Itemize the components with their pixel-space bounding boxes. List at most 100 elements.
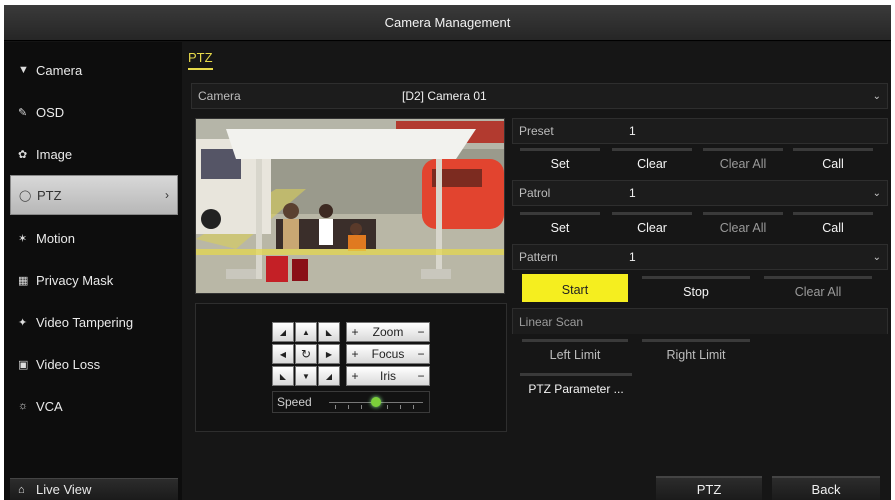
arrow-up-icon: ▲	[302, 327, 310, 337]
pan-up-right-button[interactable]: ◣	[318, 322, 340, 342]
left-limit-button[interactable]: Left Limit	[522, 339, 628, 367]
pan-down-left-button[interactable]: ◣	[272, 366, 294, 386]
arrow-right-icon: ▶	[325, 349, 333, 359]
ptz-parameter-button[interactable]: PTZ Parameter ...	[520, 373, 632, 401]
pan-left-button[interactable]: ◀	[272, 344, 294, 364]
pattern-stop-button[interactable]: Stop	[642, 276, 750, 304]
pan-down-button[interactable]: ▼	[295, 366, 317, 386]
pattern-clear-all-button[interactable]: Clear All	[764, 276, 872, 304]
focus-control: + Focus −	[346, 344, 430, 364]
pan-up-left-button[interactable]: ◢	[272, 322, 294, 342]
ptz-control-panel: ◢ ▲ ◣ ◀ ↻ ▶ ◣ ▼ ◢ + Zoom − + Focus − + I…	[195, 303, 507, 432]
iris-open-button[interactable]: +	[347, 369, 363, 383]
speed-tick	[413, 405, 414, 409]
sidebar: ▼ Camera ✎ OSD ✿ Image ◯ PTZ › ✶ Motion …	[4, 42, 182, 500]
camera-value: [D2] Camera 01	[402, 89, 487, 103]
preset-label: Preset	[519, 124, 554, 138]
tab-ptz[interactable]: PTZ	[188, 50, 213, 70]
arrow-up-right-icon: ◣	[325, 327, 333, 337]
preset-clear-all-button[interactable]: Clear All	[703, 148, 783, 176]
sidebar-item-video-tampering[interactable]: ✦ Video Tampering	[10, 302, 178, 342]
iris-close-button[interactable]: −	[413, 369, 429, 383]
zoom-label: Zoom	[372, 325, 404, 339]
camera-select[interactable]: Camera [D2] Camera 01 ⌄	[191, 83, 888, 109]
motion-icon: ✶	[18, 232, 28, 245]
chevron-right-icon: ›	[165, 188, 169, 202]
speed-slider-handle[interactable]	[371, 397, 381, 407]
focus-label: Focus	[371, 347, 405, 361]
speed-tick	[361, 405, 362, 409]
arrow-down-right-icon: ◢	[325, 371, 333, 381]
preset-clear-button[interactable]: Clear	[612, 148, 692, 176]
pattern-start-button[interactable]: Start	[522, 274, 628, 302]
preset-value: 1	[629, 124, 636, 138]
pattern-select[interactable]: Pattern 1 ⌄	[512, 244, 888, 270]
sidebar-item-label: VCA	[36, 398, 63, 414]
camera-management-window: Camera Management ▼ Camera ✎ OSD ✿ Image…	[4, 5, 891, 500]
privacy-mask-icon: ▦	[18, 274, 29, 287]
preset-set-button[interactable]: Set	[520, 148, 600, 176]
main-panel: PTZ Camera [D2] Camera 01 ⌄ Preset 1 Set…	[182, 42, 891, 500]
sidebar-item-image[interactable]: ✿ Image	[10, 134, 178, 174]
iris-label: Iris	[380, 369, 396, 383]
sidebar-item-camera[interactable]: ▼ Camera	[10, 50, 178, 90]
focus-out-button[interactable]: −	[413, 347, 429, 361]
ptz-icon: ◯	[19, 189, 32, 202]
patrol-clear-button[interactable]: Clear	[612, 212, 692, 240]
auto-rotate-button[interactable]: ↻	[295, 344, 317, 364]
sidebar-item-label: Video Loss	[36, 356, 101, 372]
video-loss-icon: ▣	[18, 358, 29, 371]
live-view-label: Live View	[36, 482, 92, 497]
chevron-down-icon: ⌄	[872, 90, 881, 102]
sidebar-item-label: Privacy Mask	[36, 272, 114, 288]
rotate-icon: ↻	[300, 347, 312, 361]
right-limit-button[interactable]: Right Limit	[642, 339, 750, 367]
camera-preview	[195, 118, 505, 294]
iris-control: + Iris −	[346, 366, 430, 386]
patrol-set-button[interactable]: Set	[520, 212, 600, 240]
linear-scan-row: Linear Scan	[512, 308, 888, 334]
pan-right-button[interactable]: ▶	[318, 344, 340, 364]
sidebar-item-label: Image	[36, 146, 73, 162]
patrol-value: 1	[629, 186, 636, 200]
window-title: Camera Management	[4, 5, 891, 41]
sidebar-item-label: Video Tampering	[36, 314, 134, 330]
speed-control: Speed	[272, 391, 430, 413]
ptz-footer-button[interactable]: PTZ	[656, 476, 762, 500]
pan-down-right-button[interactable]: ◢	[318, 366, 340, 386]
speed-tick	[400, 405, 401, 409]
video-tampering-icon: ✦	[18, 316, 28, 329]
pan-up-button[interactable]: ▲	[295, 322, 317, 342]
sidebar-item-privacy-mask[interactable]: ▦ Privacy Mask	[10, 260, 178, 300]
osd-icon: ✎	[18, 106, 28, 119]
preset-field[interactable]: Preset 1	[512, 118, 888, 144]
focus-in-button[interactable]: +	[347, 347, 363, 361]
sidebar-item-motion[interactable]: ✶ Motion	[10, 218, 178, 258]
sidebar-item-video-loss[interactable]: ▣ Video Loss	[10, 344, 178, 384]
zoom-out-button[interactable]: −	[413, 325, 429, 339]
pattern-value: 1	[629, 250, 636, 264]
patrol-select[interactable]: Patrol 1 ⌄	[512, 180, 888, 206]
linear-scan-label: Linear Scan	[519, 314, 584, 329]
chevron-down-icon: ⌄	[872, 187, 881, 199]
sidebar-item-ptz[interactable]: ◯ PTZ ›	[10, 175, 178, 215]
live-view-button[interactable]: ⌂ Live View	[10, 478, 178, 500]
zoom-in-button[interactable]: +	[347, 325, 363, 339]
speed-label: Speed	[277, 395, 312, 409]
sidebar-item-vca[interactable]: ☼ VCA	[10, 386, 178, 426]
arrow-down-icon: ▼	[302, 371, 310, 381]
vca-icon: ☼	[18, 400, 29, 412]
patrol-call-button[interactable]: Call	[793, 212, 873, 240]
pattern-label: Pattern	[519, 250, 558, 264]
arrow-up-left-icon: ◢	[279, 327, 287, 337]
speed-tick	[387, 405, 388, 409]
sidebar-item-osd[interactable]: ✎ OSD	[10, 92, 178, 132]
preset-call-button[interactable]: Call	[793, 148, 873, 176]
patrol-clear-all-button[interactable]: Clear All	[703, 212, 783, 240]
arrow-left-icon: ◀	[279, 349, 287, 359]
speed-tick	[335, 405, 336, 409]
sidebar-item-label: OSD	[36, 104, 65, 120]
zoom-control: + Zoom −	[346, 322, 430, 342]
image-icon: ✿	[18, 148, 28, 161]
back-button[interactable]: Back	[772, 476, 880, 500]
